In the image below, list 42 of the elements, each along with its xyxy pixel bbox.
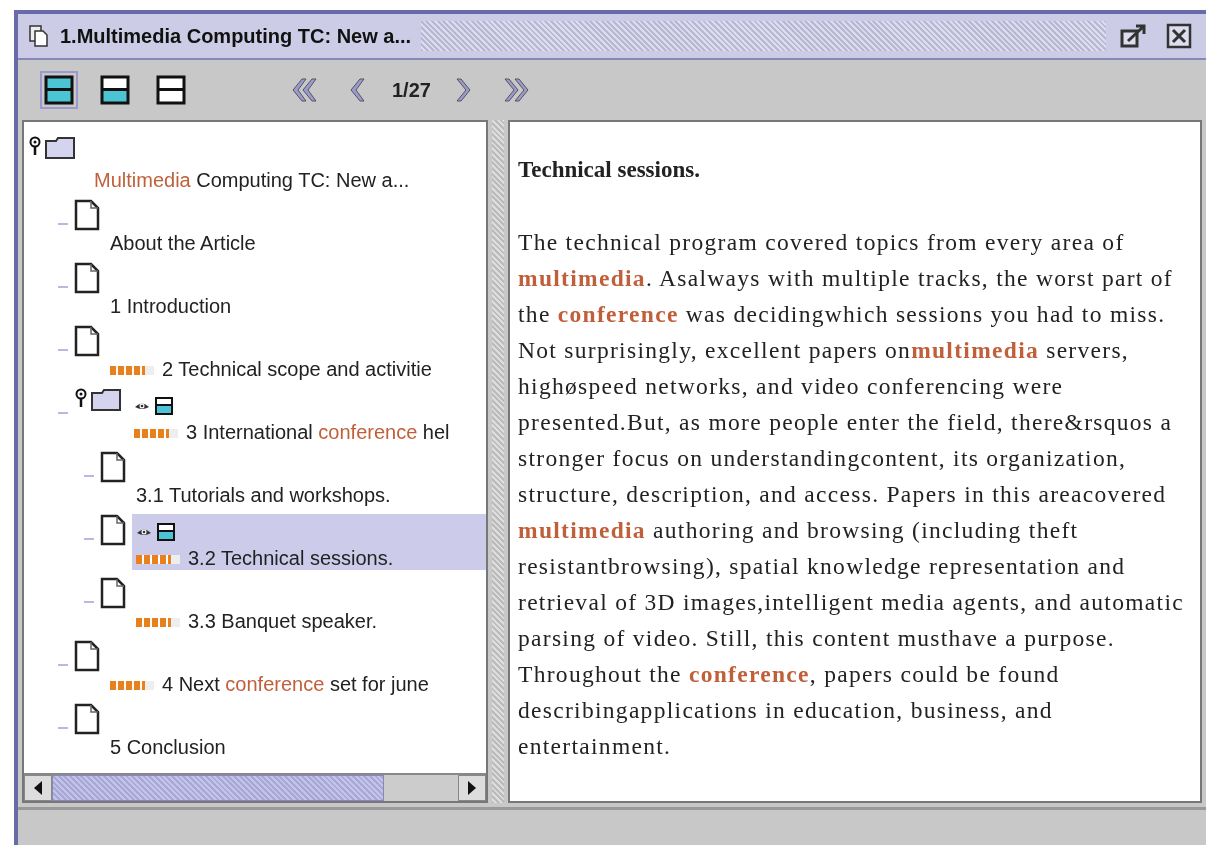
- section-heading: Technical sessions.: [518, 156, 701, 184]
- document-icon: [100, 514, 126, 546]
- tree-item[interactable]: 3.3 Banquet speaker.: [132, 577, 486, 633]
- tree-item[interactable]: 5 Conclusion: [106, 703, 486, 759]
- item-label: 1 Introduction: [110, 295, 232, 317]
- view-layout-icon: [156, 522, 176, 542]
- item-label: 2 Technical scope and activitie: [162, 358, 432, 380]
- document-icon: [74, 262, 100, 294]
- document-icon: [74, 640, 100, 672]
- item-label: About the Article: [110, 232, 256, 254]
- item-label: Multimedia Computing TC: New a...: [94, 169, 410, 191]
- horizontal-scrollbar[interactable]: [24, 773, 486, 801]
- document-icon: [100, 577, 126, 609]
- view-layout-button[interactable]: [40, 71, 78, 109]
- item-label: 3 International conference hel: [186, 421, 450, 443]
- tree-item[interactable]: About the Article: [106, 199, 486, 255]
- body-text: The technical program covered topics from every area of multimedia. Asalways with multiple tracks, the worst part of the conference was decidingwhich sessions you had to miss. Not surprisingly, excellent papers onmultimedia servers, highøspeed networks, and video conferencing were presented.But, as more people enter the field, there&rsquos a stronger focus on understandingcontent, its organization, structure, description, and access. Papers in this areacovered multimedia authoring and browsing (including theft resistantbrowsing), spatial knowledge representation and retrieval of 3D images,intelligent media agents, and automatic parsing of video. Still, this content musthave a purpose. Throughout the conference, papers could be found describingapplications in education, business, and entertainment.: [518, 228, 1185, 761]
- item-label: 3.1 Tutorials and workshops.: [136, 484, 391, 506]
- folder-icon: [90, 388, 124, 414]
- tree-item[interactable]: Multimedia Computing TC: New a...: [90, 136, 486, 192]
- folder-icon: [44, 136, 78, 162]
- tree-item[interactable]: 3 International conference hel: [130, 388, 486, 444]
- document-icon: [74, 199, 100, 231]
- window-title: 1.Multimedia Computing TC: New a...: [60, 24, 412, 49]
- item-label: 3.3 Banquet speaker.: [188, 610, 378, 632]
- view-layout-icon: [154, 396, 174, 416]
- tree-item[interactable]: 4 Next conference set for june: [106, 640, 486, 696]
- tree-item[interactable]: 3.1 Tutorials and workshops.: [132, 451, 486, 507]
- item-label: 3.2 Technical sessions.: [188, 547, 394, 569]
- document-icon: [74, 703, 100, 735]
- tree-item[interactable]: 2 Technical scope and activitie: [106, 325, 486, 381]
- document-icon: [74, 325, 100, 357]
- left-arrow-icon[interactable]: [33, 781, 43, 795]
- page-counter: 1/27: [392, 78, 431, 103]
- tree-item[interactable]: 3.2 Technical sessions.: [132, 514, 486, 570]
- scrollbar-thumb[interactable]: [52, 775, 384, 801]
- documents-icon: [28, 24, 50, 48]
- tree-item[interactable]: 1 Introduction: [106, 262, 486, 318]
- right-arrow-icon[interactable]: [467, 781, 477, 795]
- item-label: 5 Conclusion: [110, 736, 226, 758]
- document-icon: [100, 451, 126, 483]
- item-label: 4 Next conference set for june: [162, 673, 429, 695]
